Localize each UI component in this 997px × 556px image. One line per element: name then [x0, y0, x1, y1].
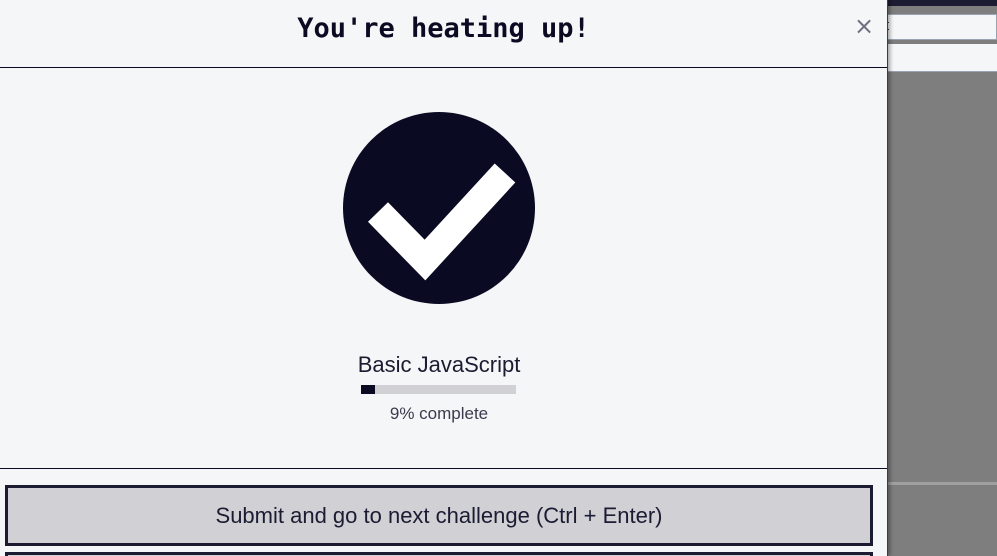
submit-next-challenge-button[interactable]: Submit and go to next challenge (Ctrl + …	[5, 485, 873, 546]
close-icon: ×	[853, 12, 875, 40]
modal-header: You're heating up! ×	[0, 0, 887, 68]
challenge-complete-modal: You're heating up! × Basic JavaScript 9%…	[0, 0, 888, 556]
modal-footer: Submit and go to next challenge (Ctrl + …	[0, 468, 887, 556]
secondary-button[interactable]	[5, 552, 873, 556]
block-title: Basic JavaScript	[357, 352, 521, 377]
progress-label: 9% complete	[389, 404, 489, 423]
progress-bar-fill	[361, 385, 375, 394]
close-button[interactable]: ×	[850, 12, 878, 40]
modal-title: You're heating up!	[297, 13, 590, 44]
modal-body: Basic JavaScript 9% complete	[0, 68, 887, 468]
progress-bar	[361, 385, 516, 394]
background-divider	[886, 482, 997, 485]
checkmark-circle-icon	[343, 112, 535, 304]
